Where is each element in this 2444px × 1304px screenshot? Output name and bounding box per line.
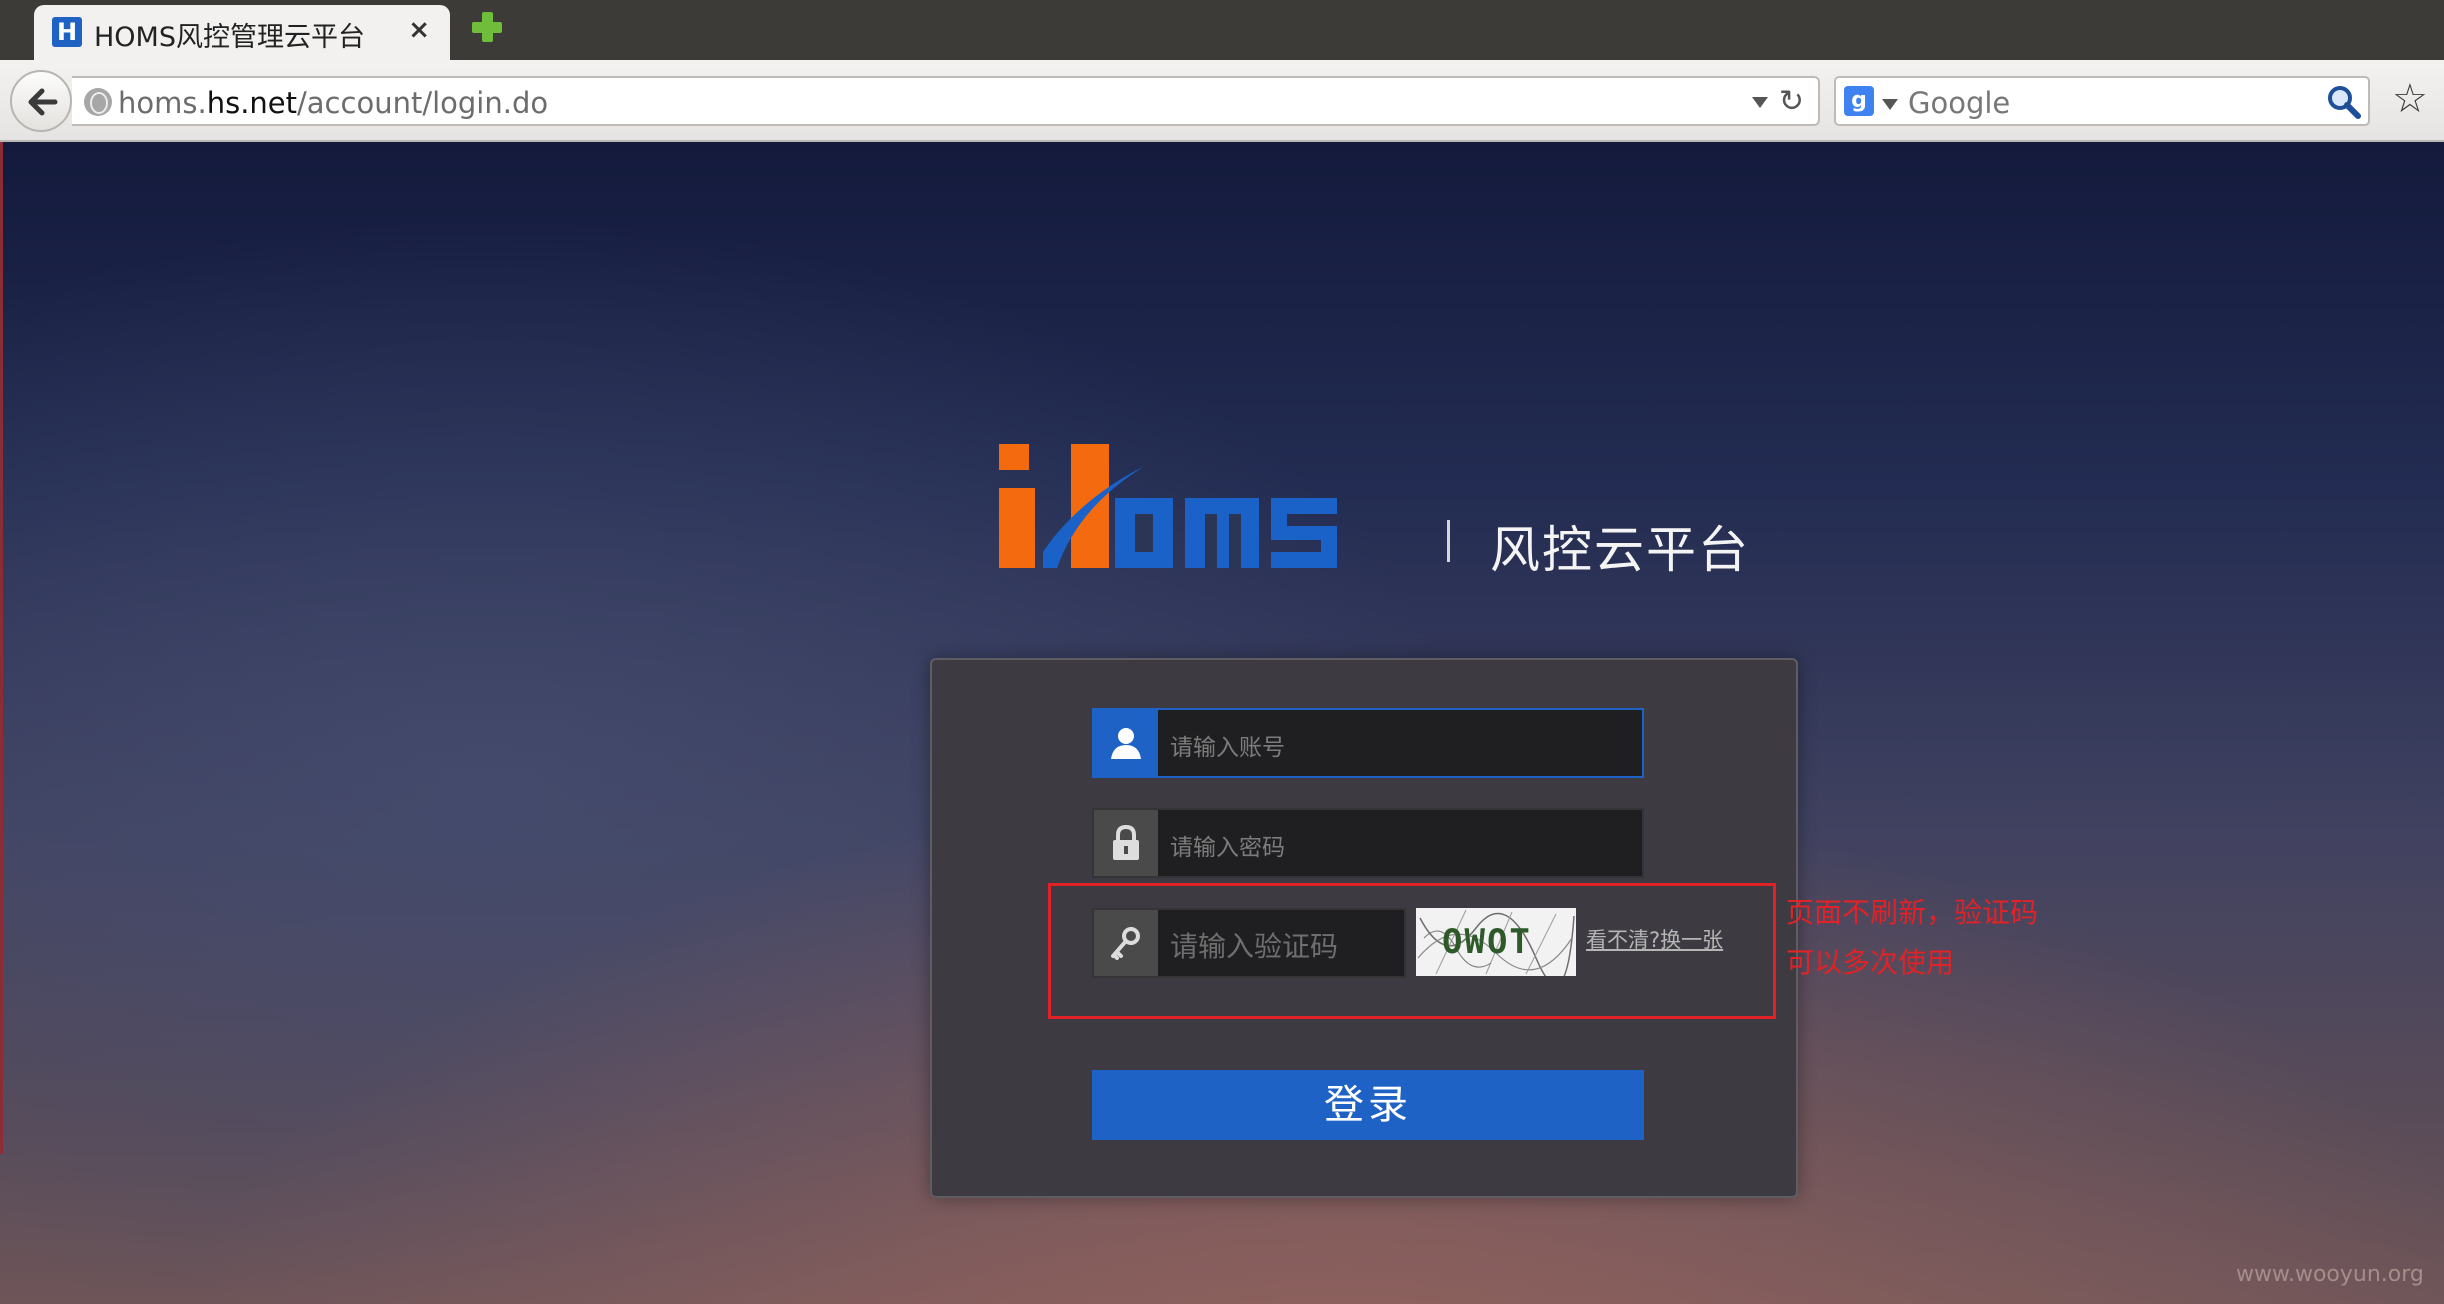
back-arrow-icon [28,88,58,116]
search-box[interactable]: g Google [1834,76,2370,126]
tab-title: HOMS风控管理云平台 [94,22,365,53]
logo-divider [1447,520,1450,562]
url-domain: hs.net [206,86,298,120]
annotation-line-2: 可以多次使用 [1786,946,1955,979]
url-prefix: homs. [118,86,207,120]
site-favicon-icon: H [52,17,82,47]
logo-swoosh [1043,466,1337,568]
bookmark-star-icon[interactable]: ☆ [2392,76,2428,122]
search-engine-dropdown-icon[interactable] [1882,99,1898,110]
annotation-highlight-box [1048,883,1776,1019]
url-text[interactable]: homs.hs.net/account/login.do [118,86,548,120]
address-bar[interactable]: homs.hs.net/account/login.do ↻ [72,76,1820,126]
login-page: 风控云平台 请输入账号 请输入密码 请输入验证码 OWOT 看不清?换一张 登录… [0,142,2444,1304]
password-field[interactable]: 请输入密码 [1092,808,1644,878]
url-path: /account/login.do [297,86,549,120]
platform-subtitle: 风控云平台 [1490,521,1750,579]
google-search-engine-icon[interactable]: g [1844,86,1874,116]
browser-tab[interactable]: H HOMS风控管理云平台 × [34,5,450,60]
magnifier-icon[interactable] [2326,84,2362,120]
username-placeholder: 请输入账号 [1170,735,1285,761]
browser-tab-bar: H HOMS风控管理云平台 × [0,0,2444,60]
username-field[interactable]: 请输入账号 [1092,708,1644,778]
globe-icon [84,88,112,116]
search-placeholder: Google [1908,86,2011,120]
login-button[interactable]: 登录 [1092,1070,1644,1140]
user-icon [1094,710,1158,776]
lock-icon [1094,810,1158,876]
watermark: www.wooyun.org [2236,1262,2424,1287]
tab-close-icon[interactable]: × [408,15,430,45]
url-history-dropdown-icon[interactable] [1752,97,1768,108]
password-placeholder: 请输入密码 [1170,835,1285,861]
browser-nav-bar: homs.hs.net/account/login.do ↻ g Google [0,60,2444,142]
reload-icon[interactable]: ↻ [1779,84,1804,119]
homs-logo [995,442,1395,572]
annotation-note: 页面不刷新，验证码 可以多次使用 [1786,888,2086,988]
back-button[interactable] [10,70,72,132]
new-tab-plus-icon[interactable] [470,10,504,44]
annotation-line-1: 页面不刷新，验证码 [1786,896,2039,929]
page-edge-divider [0,142,3,1154]
